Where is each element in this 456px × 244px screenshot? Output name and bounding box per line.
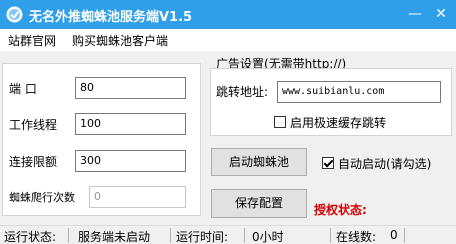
app-logo-icon: [6, 6, 23, 23]
status-divider: [330, 228, 331, 243]
online-count-label: 在线数:: [336, 230, 377, 244]
app-window: 无名外推蜘蛛池服务端V1.5 — ✕ 站群官网 购买蜘蛛池客户端 端 口 80 …: [0, 0, 456, 244]
run-time-value: 0小时: [252, 230, 284, 244]
port-label: 端 口: [9, 82, 37, 96]
run-status-value: 服务端未启动: [78, 230, 151, 244]
status-divider: [404, 228, 405, 243]
online-count-value: 0: [390, 228, 398, 242]
title-bar[interactable]: 无名外推蜘蛛池服务端V1.5 — ✕: [0, 0, 456, 29]
minimize-button[interactable]: —: [404, 4, 426, 24]
ad-settings-group: 跳转地址: www.suibianlu.com 启用极速缓存跳转: [210, 68, 452, 136]
redirect-url-input[interactable]: www.suibianlu.com: [277, 81, 441, 103]
run-time-label: 运行时间:: [176, 230, 229, 244]
worker-threads-input[interactable]: 100: [75, 113, 186, 135]
fast-cache-checkbox[interactable]: [274, 116, 286, 128]
connection-limit-label: 连接限额: [9, 155, 58, 169]
run-status-label: 运行状态:: [4, 230, 57, 244]
fast-cache-label: 启用极速缓存跳转: [290, 116, 387, 130]
minimize-icon: —: [408, 6, 422, 22]
close-icon: ✕: [435, 6, 447, 22]
menu-bar: 站群官网 购买蜘蛛池客户端: [0, 29, 456, 51]
status-divider: [68, 228, 69, 243]
status-divider: [244, 228, 245, 243]
close-button[interactable]: ✕: [430, 4, 452, 24]
connection-limit-input[interactable]: 300: [75, 150, 186, 172]
menu-item-buy-client[interactable]: 购买蜘蛛池客户端: [72, 32, 168, 49]
auto-start-label: 自动启动(请勾选): [338, 157, 432, 171]
server-settings-group: 端 口 80 工作线程 100 连接限额 300 蜘蛛爬行次数 0: [2, 63, 201, 216]
redirect-url-label: 跳转地址:: [216, 85, 269, 99]
save-config-button[interactable]: 保存配置: [211, 189, 307, 218]
status-bar: 运行状态: 服务端未启动 运行时间: 0小时 在线数: 0: [0, 225, 456, 244]
license-status-label: 授权状态:: [314, 203, 367, 217]
menu-item-official-site[interactable]: 站群官网: [8, 32, 56, 49]
crawl-count-label: 蜘蛛爬行次数: [9, 191, 75, 204]
main-panel: 端 口 80 工作线程 100 连接限额 300 蜘蛛爬行次数 0 广告设置(无…: [0, 51, 456, 225]
status-divider: [170, 228, 171, 243]
port-input[interactable]: 80: [75, 77, 186, 99]
crawl-count-input: 0: [89, 186, 186, 208]
auto-start-checkbox[interactable]: [322, 157, 334, 169]
window-title: 无名外推蜘蛛池服务端V1.5: [29, 10, 193, 25]
worker-threads-label: 工作线程: [9, 118, 58, 132]
start-spider-pool-button[interactable]: 启动蜘蛛池: [211, 148, 307, 176]
